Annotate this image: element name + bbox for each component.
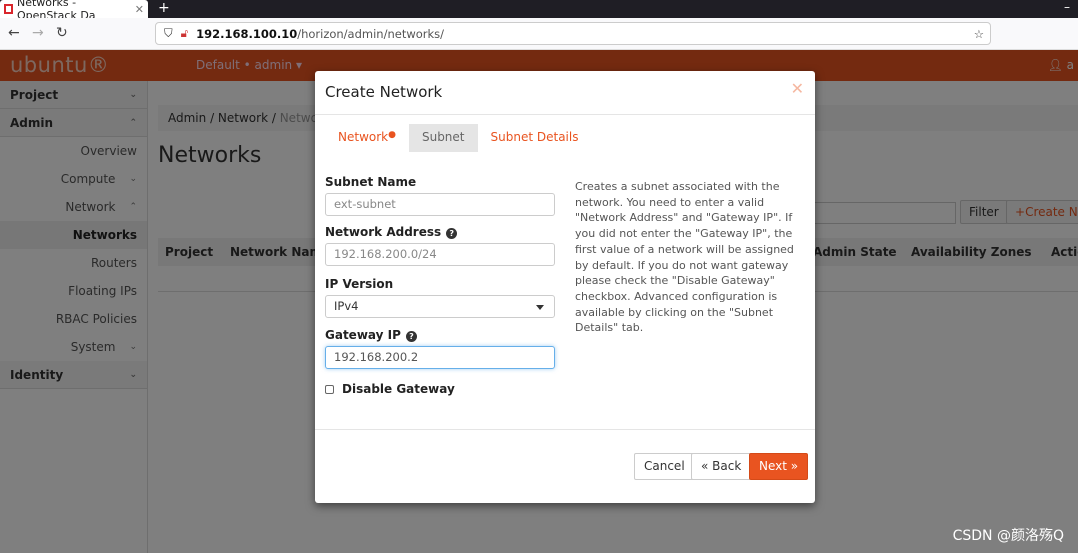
label: Network Address bbox=[325, 225, 442, 239]
forward-arrow-icon[interactable]: → bbox=[32, 25, 44, 41]
label: Disable Gateway bbox=[342, 382, 455, 396]
openstack-favicon-icon bbox=[4, 4, 13, 14]
watermark: CSDN @颜洛殇Q bbox=[952, 528, 1064, 544]
subnet-name-label: Subnet Name bbox=[325, 175, 417, 189]
minimize-icon[interactable]: – bbox=[1064, 0, 1070, 14]
tab-subnet[interactable]: Subnet bbox=[408, 124, 478, 152]
next-button[interactable]: Next » bbox=[749, 453, 809, 480]
create-network-modal: Create Network ✕ Network● Subnet Subnet … bbox=[315, 71, 815, 503]
disable-gateway-checkbox[interactable]: Disable Gateway bbox=[325, 382, 455, 396]
caret-down-icon bbox=[536, 305, 544, 314]
address-bar[interactable]: ⛉ 🔓︎ 192.168.100.10/horizon/admin/networ… bbox=[155, 22, 991, 45]
back-button[interactable]: « Back bbox=[691, 453, 752, 480]
cancel-button[interactable]: Cancel bbox=[634, 453, 695, 480]
tab-network[interactable]: Network● bbox=[325, 124, 409, 152]
help-icon[interactable]: ? bbox=[446, 228, 458, 239]
network-address-label: Network Address? bbox=[325, 225, 458, 239]
selected-value: IPv4 bbox=[334, 299, 359, 313]
back-arrow-icon[interactable]: ← bbox=[8, 25, 20, 41]
label: Network bbox=[338, 130, 389, 144]
browser-navbar: ← → ↻ ⛉ 🔓︎ 192.168.100.10/horizon/admin/… bbox=[0, 18, 1078, 50]
gateway-ip-label: Gateway IP? bbox=[325, 328, 417, 342]
help-icon[interactable]: ? bbox=[405, 331, 417, 342]
network-address-input[interactable]: 192.168.200.0/24 bbox=[325, 243, 555, 266]
close-icon[interactable]: ✕ bbox=[791, 79, 804, 98]
help-text: Creates a subnet associated with the net… bbox=[575, 180, 794, 335]
browser-tabbar: Networks - OpenStack Da ✕ + – bbox=[0, 0, 1078, 22]
required-marker: ● bbox=[388, 130, 396, 140]
url-host: 192.168.100.10 bbox=[196, 26, 298, 41]
tab-subnet-details[interactable]: Subnet Details bbox=[478, 124, 592, 152]
new-tab-icon[interactable]: + bbox=[158, 0, 170, 16]
shield-icon: ⛉ bbox=[164, 26, 173, 40]
ip-version-select[interactable]: IPv4 bbox=[325, 295, 555, 318]
browser-tab[interactable]: Networks - OpenStack Da ✕ bbox=[0, 0, 148, 22]
checkbox-icon[interactable] bbox=[325, 384, 334, 394]
close-tab-icon[interactable]: ✕ bbox=[135, 3, 144, 16]
gateway-ip-input[interactable]: 192.168.200.2 bbox=[325, 346, 555, 369]
wizard-tabs: Network● Subnet Subnet Details bbox=[325, 124, 591, 152]
ip-version-label: IP Version bbox=[325, 277, 394, 291]
subnet-name-input[interactable]: ext-subnet bbox=[325, 193, 555, 216]
bookmark-star-icon[interactable]: ☆ bbox=[974, 27, 984, 41]
modal-title: Create Network bbox=[325, 83, 443, 101]
label: Gateway IP bbox=[325, 328, 401, 342]
url-path: /horizon/admin/networks/ bbox=[297, 26, 445, 41]
insecure-lock-icon: 🔓︎ bbox=[180, 26, 189, 40]
modal-footer-divider bbox=[315, 429, 815, 430]
reload-icon[interactable]: ↻ bbox=[56, 25, 68, 41]
